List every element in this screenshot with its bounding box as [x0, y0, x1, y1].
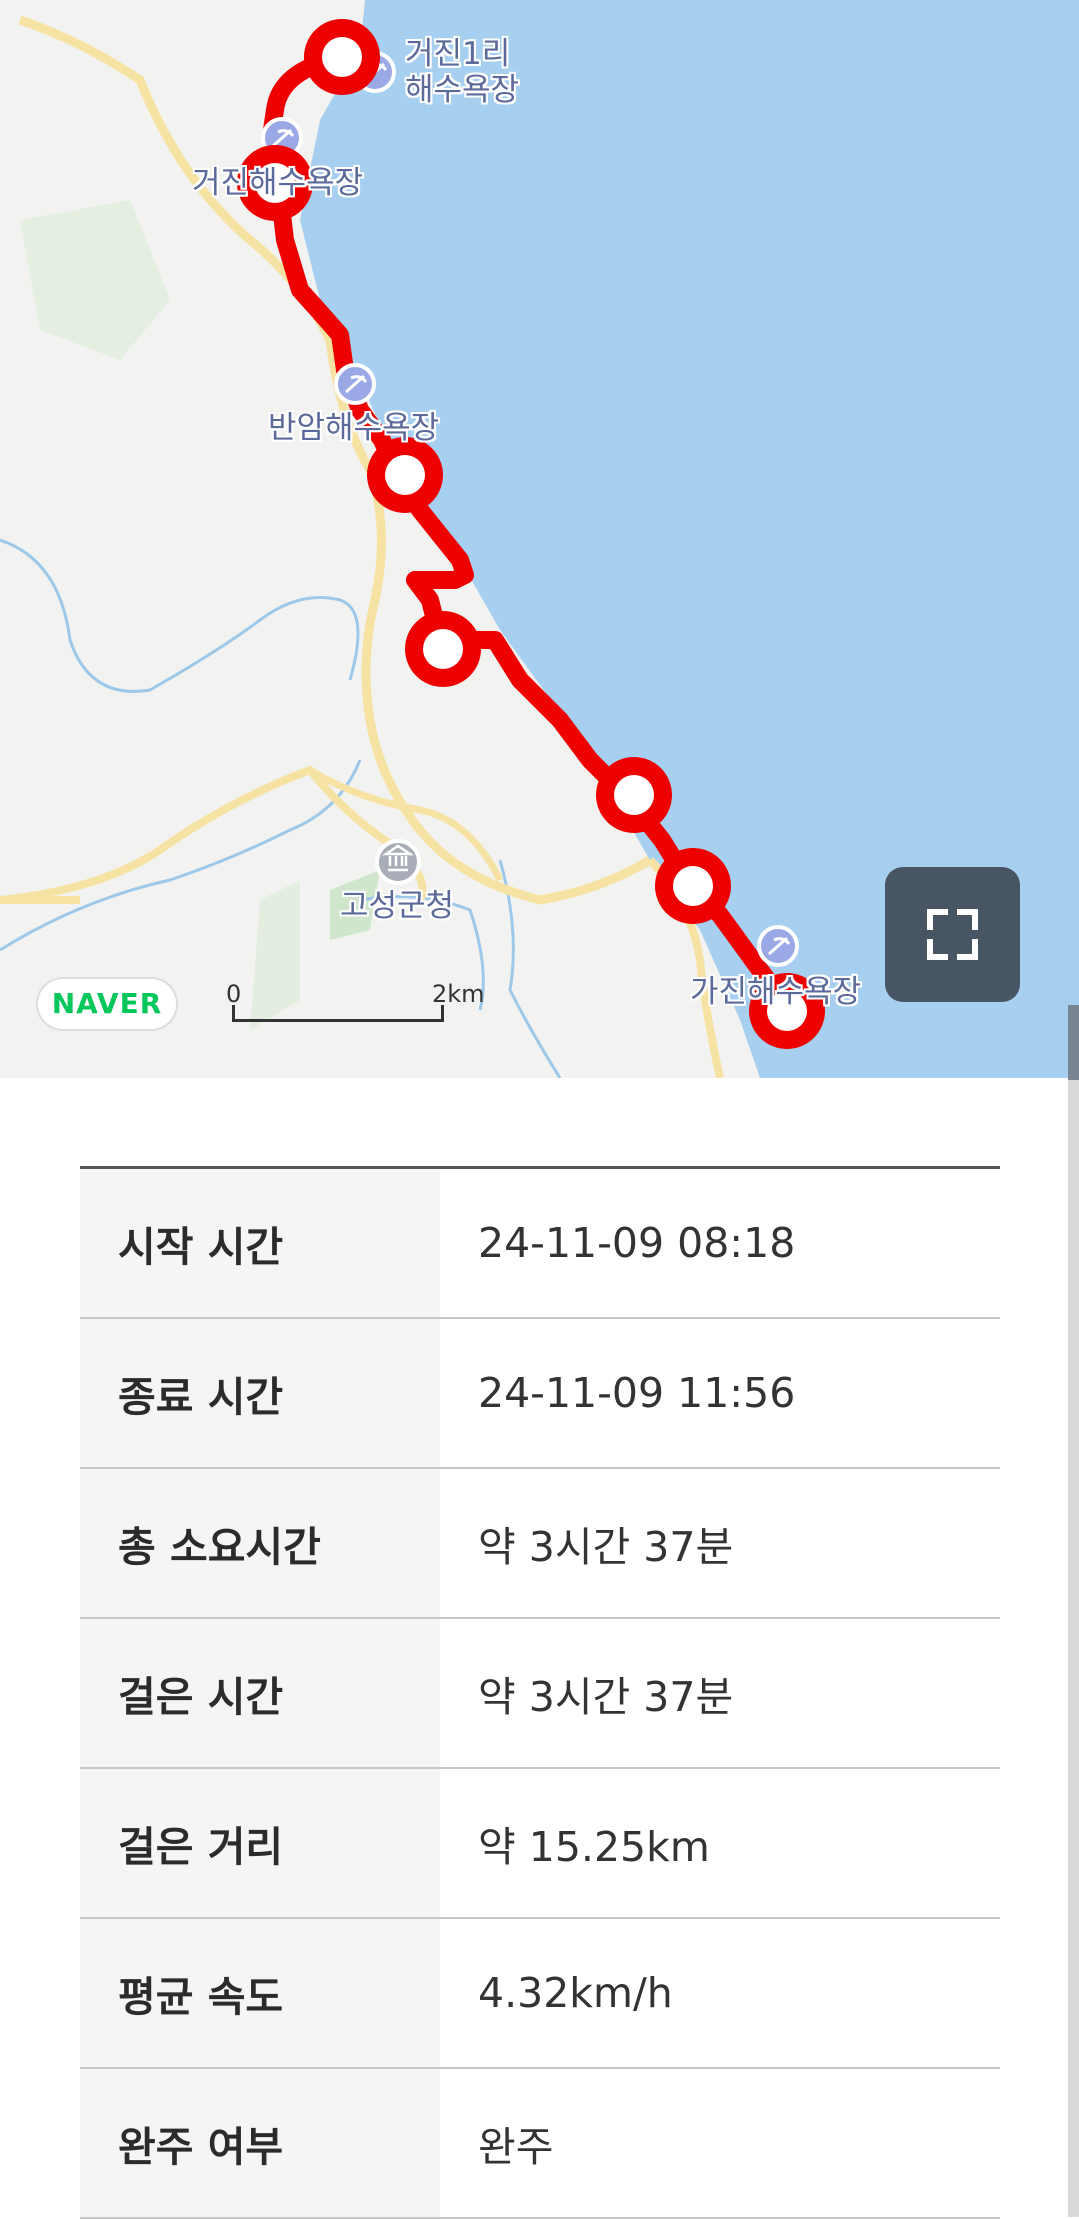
place-label: 거진1리 해수욕장: [405, 36, 520, 108]
place-label: 거진해수욕장: [192, 165, 364, 201]
table-row: 완주 여부 완주: [80, 2069, 1000, 2219]
row-label: 총 소요시간: [80, 1469, 440, 1617]
place-label: 반암해수욕장: [268, 410, 440, 446]
row-value: 24-11-09 11:56: [478, 1369, 796, 1417]
route-waypoint: [304, 19, 380, 95]
scale-end-label: 2km: [432, 980, 485, 1008]
route-waypoint: [405, 611, 481, 687]
row-value: 약 15.25km: [478, 1823, 710, 1871]
park-area: [20, 200, 170, 360]
map-scale-bar: 0 2km: [224, 980, 485, 1024]
row-label: 걸은 시간: [80, 1619, 440, 1767]
route-waypoint: [367, 437, 443, 513]
route-waypoint: [655, 848, 731, 924]
government-office-icon: [375, 839, 421, 885]
table-row: 걸은 거리 약 15.25km: [80, 1769, 1000, 1919]
row-label: 걸은 거리: [80, 1769, 440, 1917]
table-row: 종료 시간 24-11-09 11:56: [80, 1319, 1000, 1469]
row-label: 시작 시간: [80, 1169, 440, 1317]
row-label: 완주 여부: [80, 2069, 440, 2217]
page-scrollbar[interactable]: [1068, 1005, 1079, 2217]
row-value: 약 3시간 37분: [478, 1673, 734, 1721]
row-label: 평균 속도: [80, 1919, 440, 2067]
fullscreen-icon: [927, 909, 978, 960]
river: [0, 759, 362, 952]
row-value: 4.32km/h: [478, 1969, 673, 2017]
table-row: 총 소요시간 약 3시간 37분: [80, 1469, 1000, 1619]
beach-icon: [757, 925, 799, 967]
row-value: 약 3시간 37분: [478, 1523, 734, 1571]
naver-logo: NAVER: [36, 977, 178, 1031]
walk-record-table: 시작 시간 24-11-09 08:18 종료 시간 24-11-09 11:5…: [80, 1166, 1000, 2219]
table-row: 걸은 시간 약 3시간 37분: [80, 1619, 1000, 1769]
fullscreen-button[interactable]: [885, 867, 1020, 1002]
place-label: 가진해수욕장: [690, 974, 862, 1010]
row-label: 종료 시간: [80, 1319, 440, 1467]
place-label: 고성군청: [340, 888, 455, 924]
river: [0, 538, 360, 693]
scale-bar: [232, 1005, 444, 1022]
row-value: 24-11-09 08:18: [478, 1219, 796, 1267]
route-waypoint: [596, 757, 672, 833]
table-row: 시작 시간 24-11-09 08:18: [80, 1169, 1000, 1319]
scale-start-label: 0: [226, 980, 242, 1008]
table-row: 평균 속도 4.32km/h: [80, 1919, 1000, 2069]
row-value: 완주: [478, 2123, 554, 2171]
route-map[interactable]: 거진1리 해수욕장 거진해수욕장 반암해수욕장 고성군청 가진해수욕장 NAVE…: [0, 0, 1079, 1078]
beach-icon: [334, 363, 376, 405]
scrollbar-thumb[interactable]: [1068, 1005, 1079, 1080]
